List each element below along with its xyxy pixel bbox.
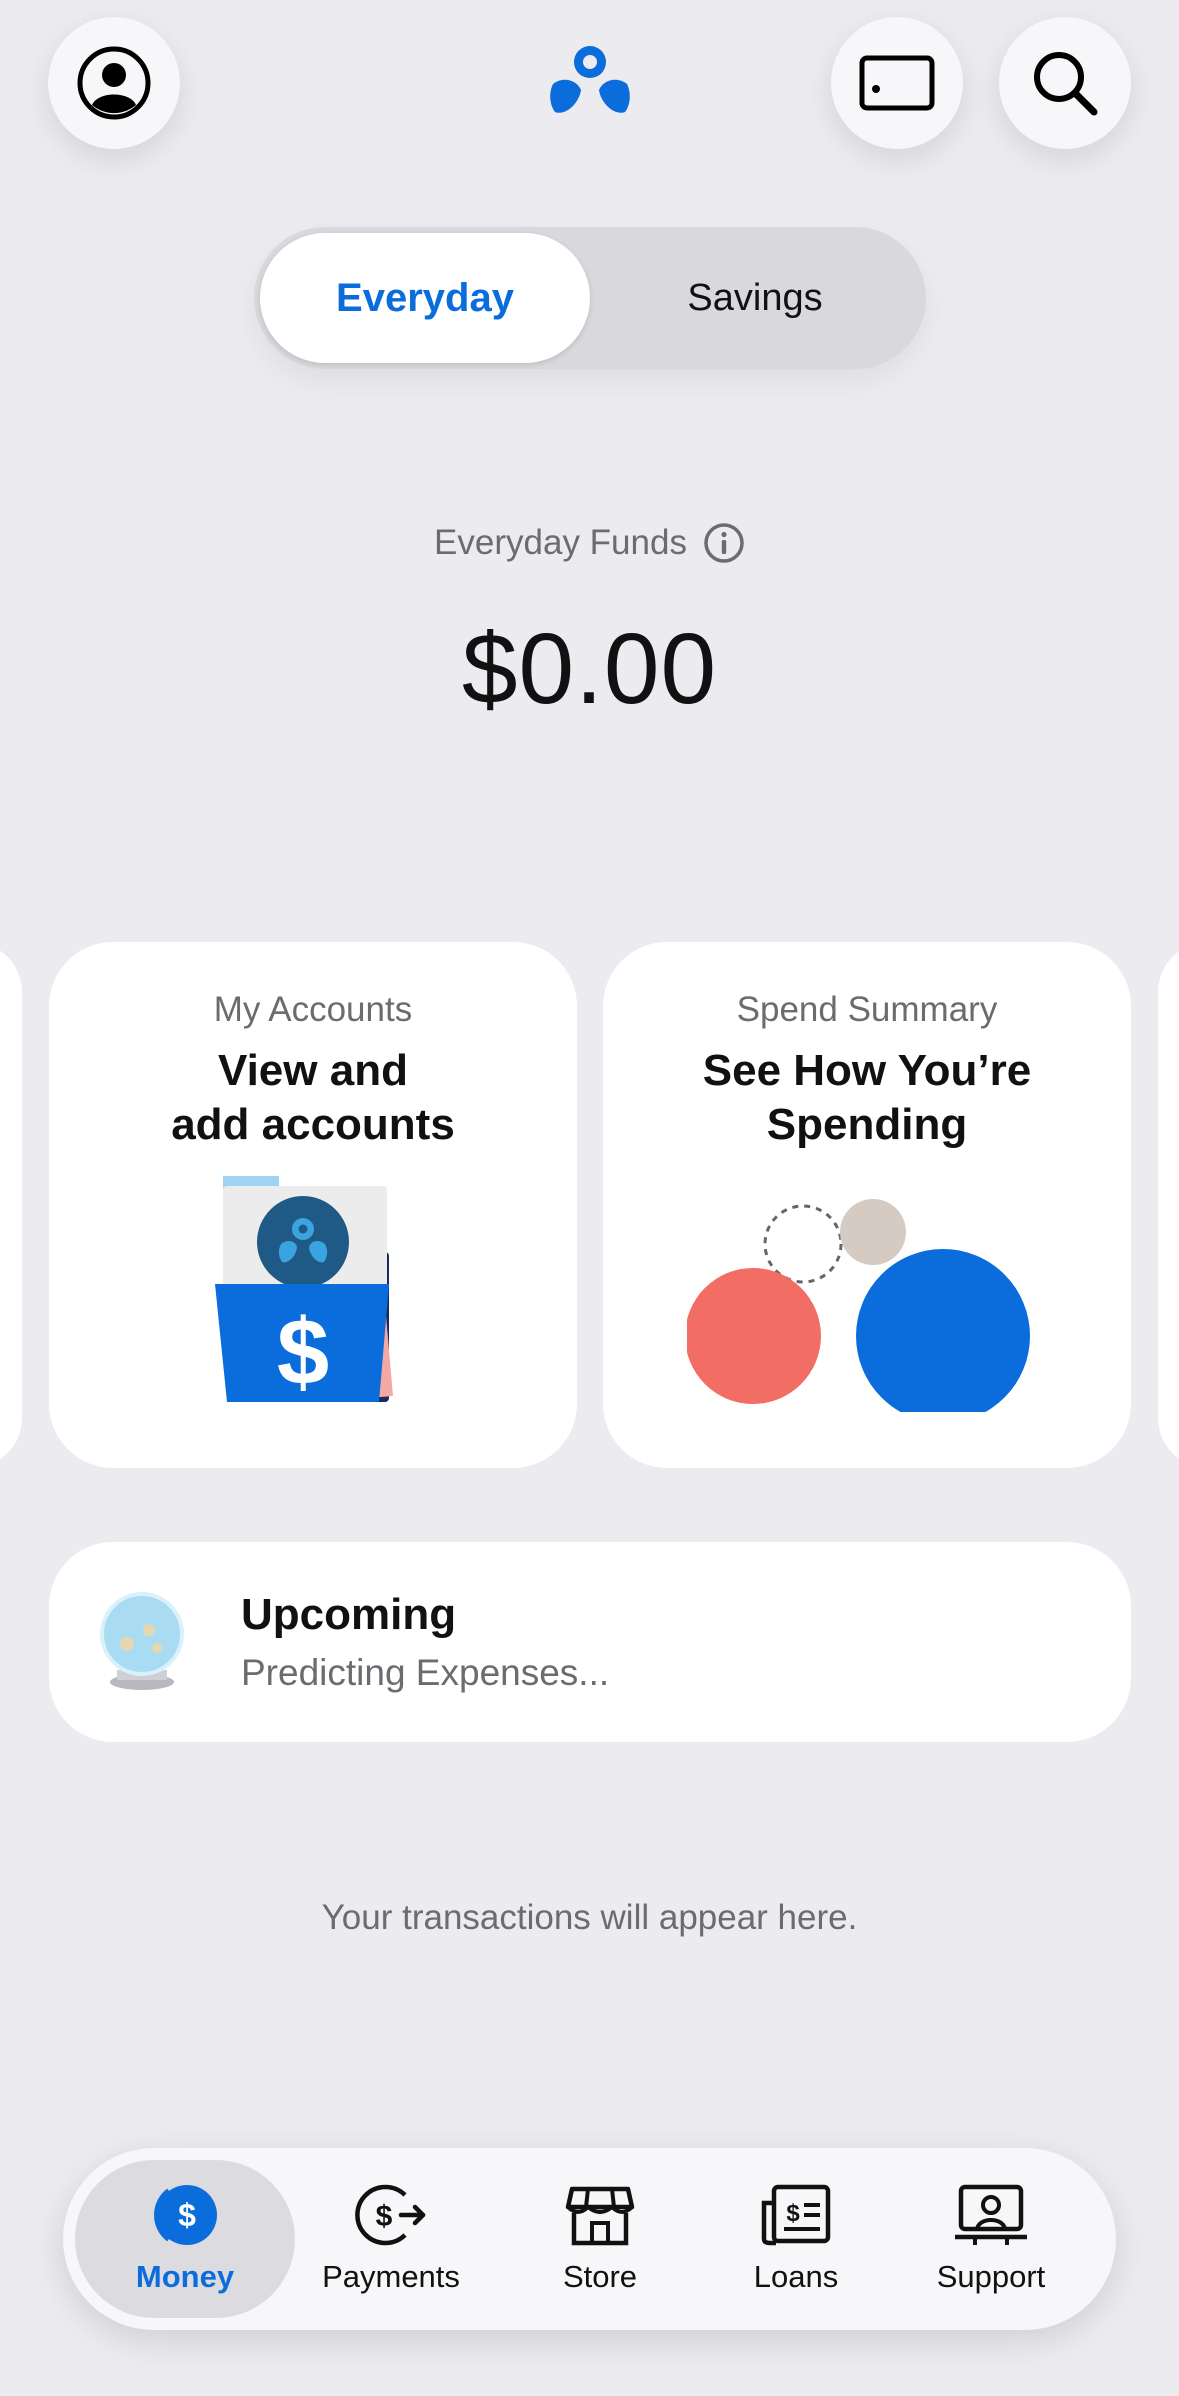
card-title-line: View and: [218, 1046, 408, 1095]
search-button[interactable]: [999, 17, 1131, 149]
card-peek-left[interactable]: [0, 942, 22, 1468]
person-circle-icon: [77, 46, 151, 120]
card-title-line: Spending: [766, 1100, 968, 1149]
account-type-segmented-control: Everyday Savings: [254, 227, 926, 369]
funds-label-row: Everyday Funds: [0, 522, 1179, 564]
card-subtitle: Spend Summary: [736, 990, 998, 1029]
upcoming-card[interactable]: Upcoming Predicting Expenses...: [49, 1542, 1131, 1742]
my-accounts-card[interactable]: My Accounts View and add accounts $: [49, 942, 577, 1468]
card-title-line: add accounts: [171, 1100, 455, 1149]
card-button[interactable]: [831, 17, 963, 149]
tab-label: Support: [936, 2259, 1046, 2294]
card-subtitle: My Accounts: [213, 990, 413, 1029]
upcoming-title: Upcoming: [241, 1590, 457, 1639]
upcoming-subtitle: Predicting Expenses...: [241, 1652, 610, 1693]
tab-label: Money: [135, 2259, 235, 2294]
svg-text:$: $: [178, 2197, 196, 2233]
info-icon[interactable]: [703, 522, 745, 564]
tab-loans[interactable]: $ Loans: [698, 2160, 894, 2318]
payments-icon: $: [355, 2184, 426, 2246]
tab-money[interactable]: $ Money: [75, 2160, 295, 2318]
support-icon: [955, 2184, 1027, 2245]
segment-everyday[interactable]: Everyday: [260, 233, 590, 363]
bank-logo-icon: [550, 46, 630, 113]
loans-icon: $: [761, 2184, 831, 2246]
card-title: See How You’re Spending: [603, 1044, 1131, 1152]
card-title: View and add accounts: [49, 1044, 577, 1152]
tab-label: Payments: [322, 2259, 460, 2294]
folder-money-icon: $: [215, 1176, 393, 1404]
search-icon: [1034, 52, 1098, 116]
profile-button[interactable]: [48, 17, 180, 149]
tab-support[interactable]: Support: [893, 2160, 1089, 2318]
transactions-empty-state: Your transactions will appear here.: [321, 1898, 858, 1937]
card-title-line: See How You’re: [702, 1046, 1032, 1095]
tab-label: Store: [562, 2259, 638, 2294]
svg-text:$: $: [786, 2200, 800, 2227]
funds-label: Everyday Funds: [434, 523, 687, 562]
svg-text:$: $: [277, 1299, 329, 1404]
money-icon: $: [154, 2185, 217, 2245]
segment-savings[interactable]: Savings: [590, 233, 920, 363]
tab-bar: $ Money $ Payments Store $ Loans Support: [63, 2148, 1116, 2330]
tab-payments[interactable]: $ Payments: [293, 2160, 489, 2318]
tab-store[interactable]: Store: [502, 2160, 698, 2318]
funds-amount: $0.00: [461, 613, 718, 725]
spend-bubbles-icon: [685, 1199, 1030, 1423]
store-icon: [565, 2186, 635, 2246]
card-peek-right[interactable]: [1158, 942, 1179, 1468]
crystal-ball-icon: [100, 1592, 184, 1690]
svg-text:$: $: [376, 2200, 393, 2233]
card-icon: [859, 55, 935, 111]
spend-summary-card[interactable]: Spend Summary See How You’re Spending: [603, 942, 1131, 1468]
tab-label: Loans: [753, 2259, 839, 2294]
